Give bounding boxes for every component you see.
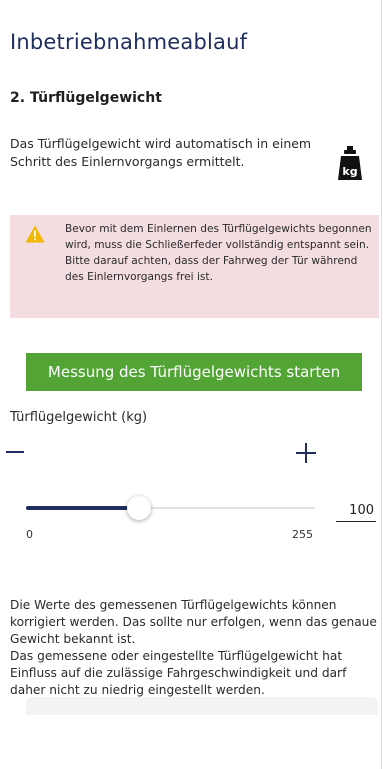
app-frame: Inbetriebnahmeablauf 2. Türflügelgewicht… (0, 0, 382, 769)
warning-line-2: Bitte darauf achten, dass der Fahrweg de… (65, 255, 358, 283)
decrease-weight-button[interactable] (6, 440, 36, 464)
warning-text: Bevor mit dem Einlernen des Türflügelgew… (65, 221, 375, 285)
slider-max-label: 255 (292, 528, 313, 541)
info-text: Die Werte des gemessenen Türflügelgewich… (10, 597, 380, 699)
warning-box: Bevor mit dem Einlernen des Türflügelgew… (10, 215, 379, 318)
warning-line-1: Bevor mit dem Einlernen des Türflügelgew… (65, 223, 372, 251)
info-paragraph-1: Die Werte des gemessenen Türflügelgewich… (10, 598, 377, 646)
section-title: 2. Türflügelgewicht (10, 90, 162, 106)
warning-icon (25, 225, 45, 243)
weight-value-input[interactable] (336, 500, 376, 522)
minus-icon (6, 451, 24, 453)
increase-weight-button[interactable] (292, 440, 322, 466)
intro-text: Das Türflügelgewicht wird automatisch in… (10, 136, 312, 169)
info-paragraph-2: Das gemessene oder eingestellte Türflüge… (10, 649, 347, 697)
slider-min-label: 0 (26, 528, 33, 541)
kg-weight-icon: kg (337, 145, 363, 181)
weight-label: Türflügelgewicht (kg) (10, 410, 148, 425)
weight-slider[interactable] (26, 496, 315, 520)
bottom-card-edge (26, 697, 378, 715)
slider-fill (26, 506, 140, 510)
kg-icon-label: kg (342, 165, 357, 178)
slider-thumb[interactable] (127, 496, 152, 520)
start-measurement-button[interactable]: Messung des Türflügelgewichts starten (26, 353, 362, 391)
page-title: Inbetriebnahmeablauf (10, 30, 248, 54)
